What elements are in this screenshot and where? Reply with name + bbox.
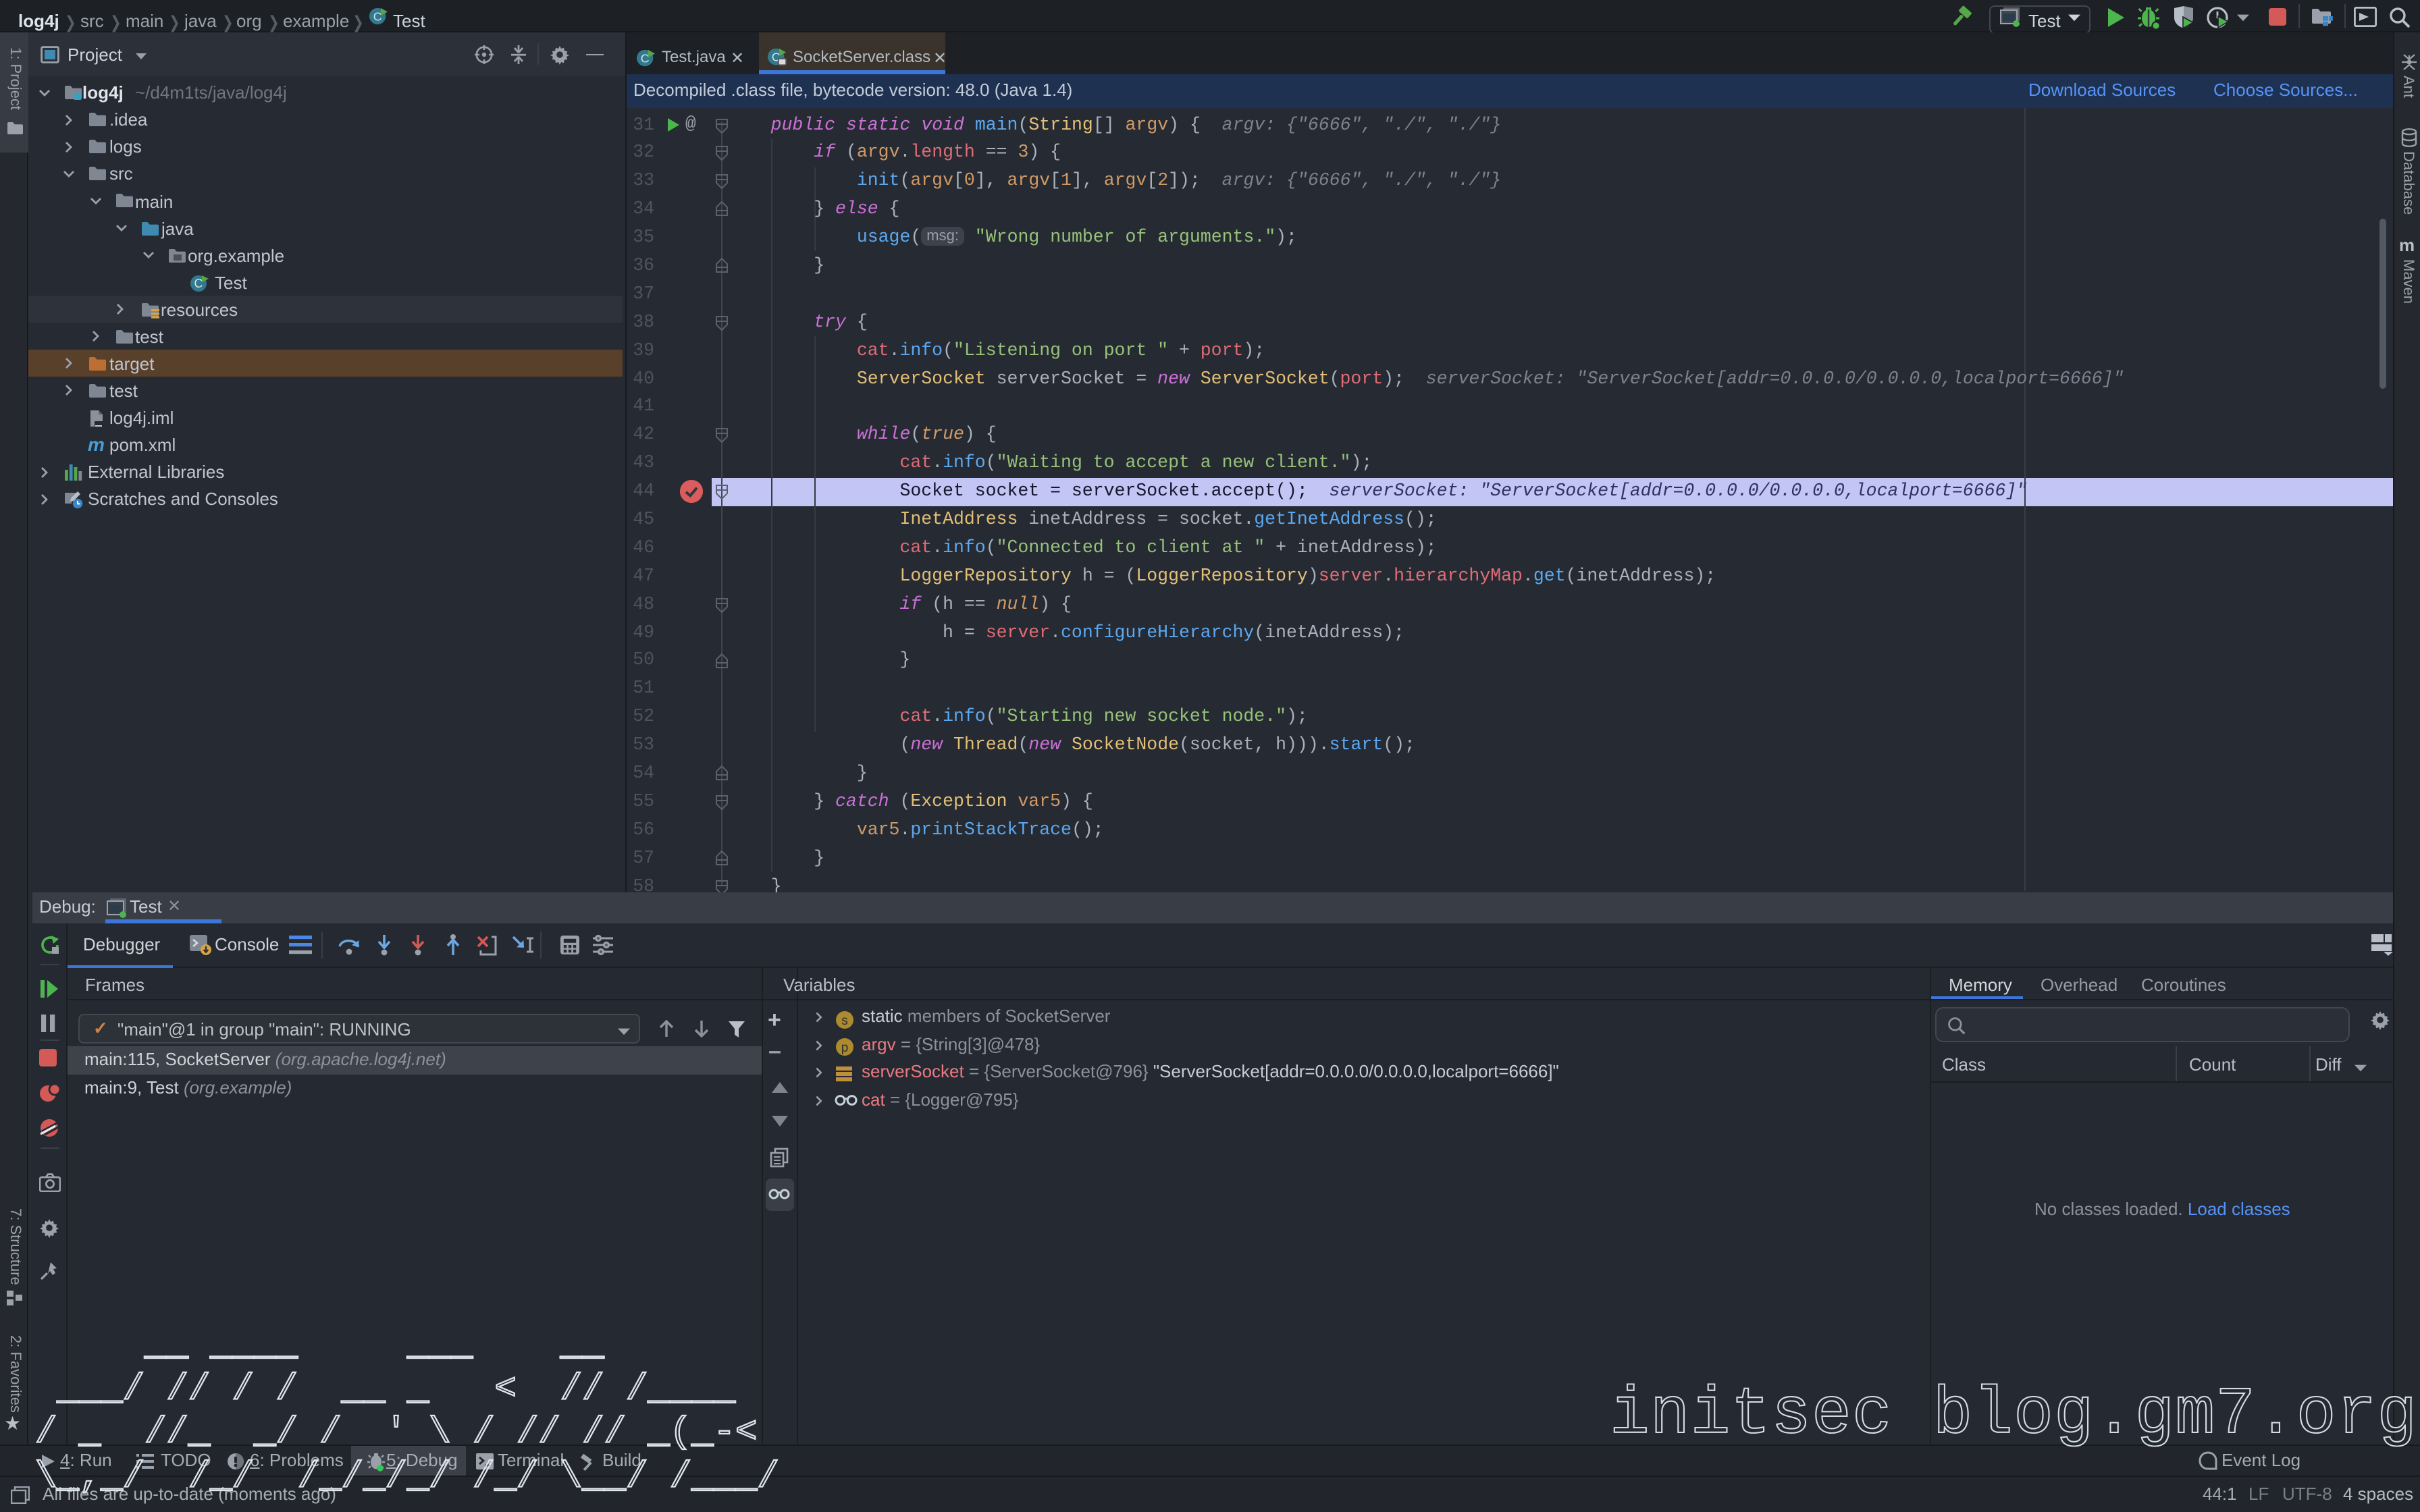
svg-text:s: s bbox=[841, 1013, 848, 1027]
svg-text:C: C bbox=[194, 276, 203, 290]
svg-text:p: p bbox=[841, 1041, 849, 1055]
svg-text:C: C bbox=[373, 9, 382, 23]
svg-text:C: C bbox=[641, 51, 650, 64]
